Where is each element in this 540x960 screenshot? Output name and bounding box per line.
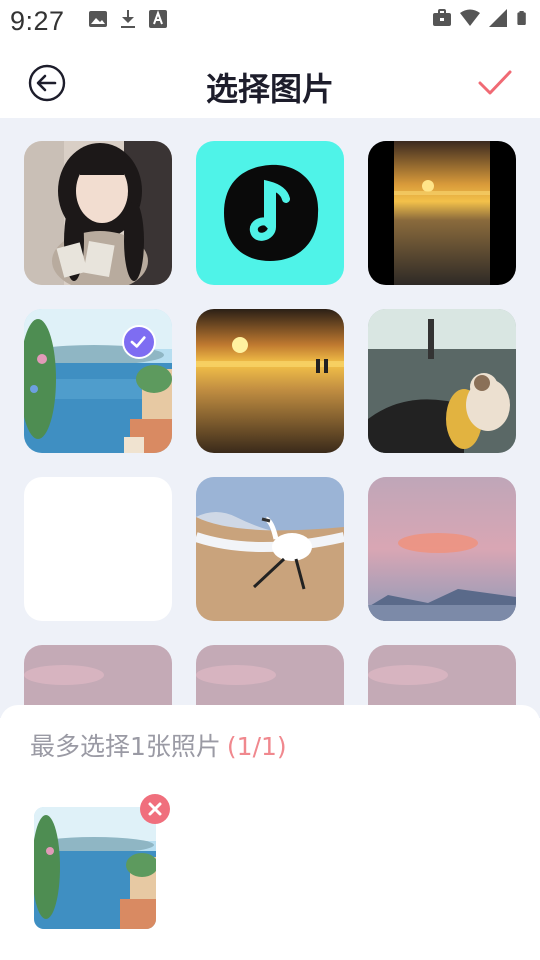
photo-tile-sunset-narrow[interactable] — [368, 141, 516, 285]
photo-tile-cat-driving[interactable] — [368, 309, 516, 453]
gallery-icon — [89, 11, 107, 27]
briefcase-icon — [433, 9, 451, 26]
selected-check-badge[interactable] — [122, 325, 156, 359]
photo-tile-egret[interactable] — [196, 477, 344, 621]
selection-limit: 最多选择1张照片 (1/1) — [30, 727, 287, 763]
selection-limit-label: 最多选择1张照片 — [30, 732, 221, 761]
wifi-icon — [460, 9, 480, 26]
photo-tile-blank[interactable] — [24, 477, 172, 621]
photo-tile-pink-sky[interactable] — [368, 477, 516, 621]
signal-icon — [489, 9, 507, 27]
photo-tile-music-note[interactable] — [196, 141, 344, 285]
selection-count: (1/1) — [226, 732, 287, 761]
battery-icon — [517, 11, 526, 25]
photo-grid[interactable] — [0, 118, 540, 718]
header: 选择图片 — [0, 44, 540, 118]
remove-selected-button[interactable] — [140, 794, 170, 824]
photo-tile-sunset-beach[interactable] — [196, 309, 344, 453]
text-a-icon — [149, 10, 167, 28]
check-icon — [130, 336, 146, 348]
close-icon — [148, 802, 162, 816]
checkmark-icon[interactable] — [478, 68, 512, 98]
status-icons-right — [432, 8, 530, 28]
status-bar: 9:27 — [0, 0, 540, 44]
page-title: 选择图片 — [205, 70, 334, 108]
photo-tile-coastal-town[interactable] — [24, 309, 172, 453]
status-time: 9:27 — [10, 6, 65, 36]
selected-thumbnail[interactable] — [34, 807, 156, 929]
status-icons-left — [88, 9, 168, 29]
photo-tile-girl[interactable] — [24, 141, 172, 285]
download-icon — [121, 10, 135, 28]
selection-panel: 最多选择1张照片 (1/1) — [0, 705, 540, 960]
